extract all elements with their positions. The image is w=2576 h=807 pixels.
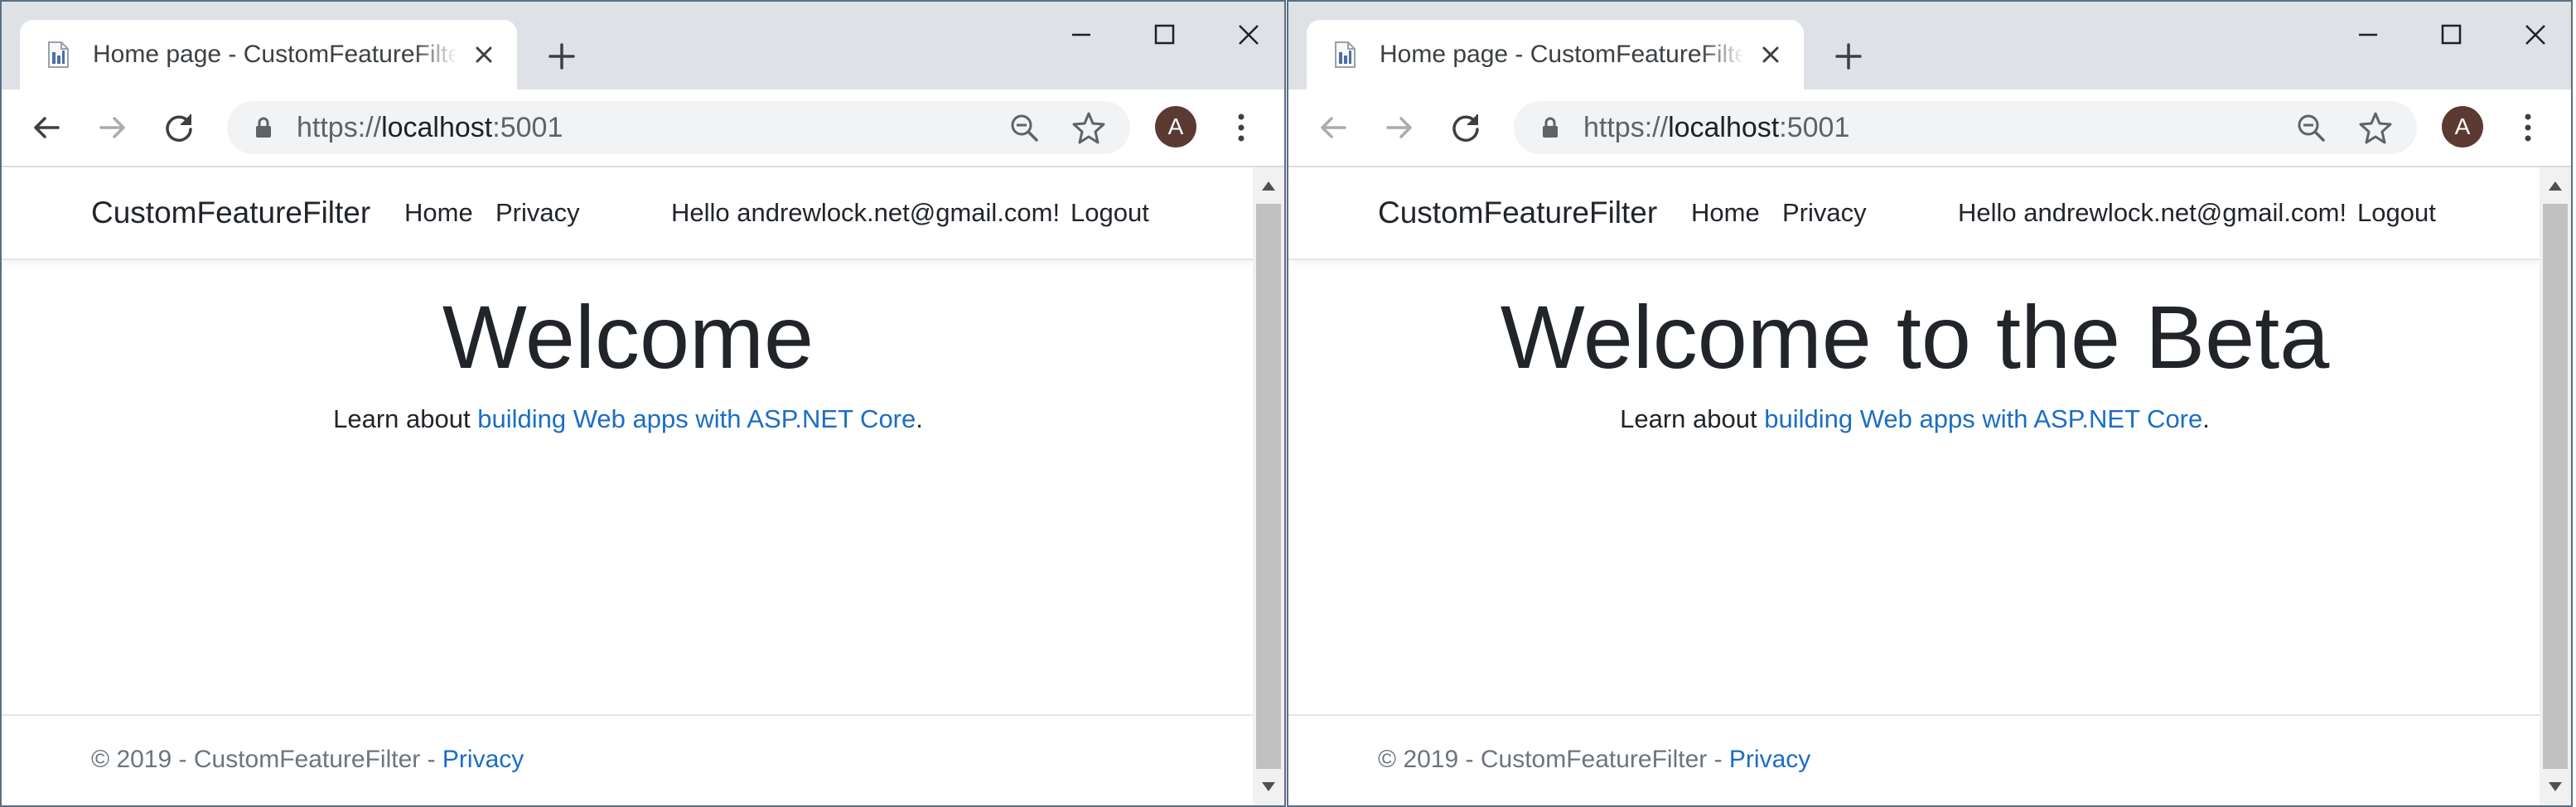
main-content: Welcome Learn about building Web apps wi…: [2, 283, 1254, 437]
minimize-icon[interactable]: [1052, 13, 1110, 56]
page-viewport: CustomFeatureFilter Home Privacy Hello a…: [2, 167, 1254, 805]
url-host: localhost: [381, 112, 493, 143]
desktop: Home page - CustomFeatureFilter https://…: [0, 0, 2576, 807]
star-icon[interactable]: [2357, 109, 2394, 146]
kebab-menu-icon[interactable]: [2511, 106, 2545, 149]
page-heading: Welcome to the Beta: [1500, 287, 2330, 387]
footer-privacy-link[interactable]: Privacy: [1729, 746, 1810, 773]
hello-user-link[interactable]: Hello andrewlock.net@gmail.com!: [1958, 167, 2346, 259]
site-footer: © 2019 - CustomFeatureFilter - Privacy: [2, 714, 1254, 805]
profile-avatar[interactable]: A: [1155, 106, 1196, 147]
lead-prefix: Learn about: [333, 404, 478, 433]
logout-button[interactable]: Logout: [2357, 167, 2436, 259]
tab-close-icon[interactable]: [1754, 38, 1787, 71]
url-scheme: https://: [1583, 112, 1669, 143]
star-icon[interactable]: [1071, 109, 1107, 146]
new-tab-plus-icon[interactable]: [1827, 35, 1870, 78]
lead-prefix: Learn about: [1620, 404, 1765, 433]
footer-text: © 2019 - CustomFeatureFilter - Privacy: [91, 746, 524, 774]
zoom-out-icon[interactable]: [1008, 111, 1041, 144]
lock-icon[interactable]: [1537, 114, 1563, 141]
tab-strip: Home page - CustomFeatureFilter: [2, 2, 1284, 89]
url-text: https://localhost:5001: [1583, 101, 1849, 154]
arrow-left-icon[interactable]: [25, 106, 68, 149]
page-viewport: CustomFeatureFilter Home Privacy Hello a…: [1288, 167, 2541, 805]
tab-close-icon[interactable]: [467, 38, 500, 71]
nav-privacy-link[interactable]: Privacy: [1782, 167, 1867, 259]
main-content: Welcome to the Beta Learn about building…: [1288, 283, 2541, 437]
site-navbar: CustomFeatureFilter Home Privacy Hello a…: [2, 167, 1254, 260]
arrow-right-icon[interactable]: [91, 106, 134, 149]
lead-paragraph: Learn about building Web apps with ASP.N…: [2, 401, 1254, 437]
footer-privacy-link[interactable]: Privacy: [442, 746, 524, 773]
url-scheme: https://: [297, 112, 382, 143]
minimize-icon[interactable]: [2339, 13, 2397, 56]
page-favicon-icon: [43, 40, 73, 70]
page-favicon-icon: [1330, 40, 1360, 70]
tab-title: Home page - CustomFeatureFilter: [93, 41, 457, 68]
url-port: :5001: [1779, 112, 1850, 143]
tab-strip: Home page - CustomFeatureFilter: [1288, 2, 2571, 89]
arrow-right-icon[interactable]: [1378, 106, 1421, 149]
browser-tab[interactable]: Home page - CustomFeatureFilter: [1307, 20, 1804, 89]
maximize-icon[interactable]: [1135, 13, 1193, 56]
url-text: https://localhost:5001: [297, 101, 563, 154]
lead-suffix: .: [2202, 404, 2210, 433]
scroll-up-arrow-icon[interactable]: [1260, 179, 1277, 192]
address-bar[interactable]: https://localhost:5001: [227, 101, 1130, 154]
arrow-left-icon[interactable]: [1312, 106, 1355, 149]
logout-button[interactable]: Logout: [1071, 167, 1149, 259]
footer-copyright: © 2019 - CustomFeatureFilter -: [91, 746, 442, 773]
url-port: :5001: [492, 112, 563, 143]
maximize-icon[interactable]: [2422, 13, 2480, 56]
browser-toolbar: https://localhost:5001 A: [1288, 89, 2571, 167]
kebab-menu-icon[interactable]: [1225, 106, 1258, 149]
nav-home-link[interactable]: Home: [404, 167, 473, 259]
browser-tab[interactable]: Home page - CustomFeatureFilter: [20, 20, 517, 89]
url-host: localhost: [1668, 112, 1780, 143]
new-tab-plus-icon[interactable]: [540, 35, 583, 78]
vertical-scrollbar[interactable]: [2540, 167, 2571, 805]
tab-title: Home page - CustomFeatureFilter: [1380, 41, 1744, 68]
site-navbar: CustomFeatureFilter Home Privacy Hello a…: [1288, 167, 2541, 260]
address-bar[interactable]: https://localhost:5001: [1514, 101, 2417, 154]
zoom-out-icon[interactable]: [2294, 111, 2327, 144]
scrollbar-thumb[interactable]: [2543, 204, 2568, 769]
site-footer: © 2019 - CustomFeatureFilter - Privacy: [1288, 714, 2541, 805]
nav-home-link[interactable]: Home: [1691, 167, 1760, 259]
reload-icon[interactable]: [1444, 106, 1487, 149]
close-icon[interactable]: [1220, 13, 1278, 56]
site-brand-link[interactable]: CustomFeatureFilter: [91, 167, 370, 259]
lead-suffix: .: [916, 404, 923, 433]
lead-paragraph: Learn about building Web apps with ASP.N…: [1288, 401, 2541, 437]
scroll-down-arrow-icon[interactable]: [1260, 780, 1277, 794]
browser-window-2: Home page - CustomFeatureFilter https://…: [1287, 0, 2573, 807]
footer-text: © 2019 - CustomFeatureFilter - Privacy: [1378, 746, 1810, 774]
nav-privacy-link[interactable]: Privacy: [495, 167, 580, 259]
footer-copyright: © 2019 - CustomFeatureFilter -: [1378, 746, 1729, 773]
vertical-scrollbar[interactable]: [1253, 167, 1284, 805]
scrollbar-thumb[interactable]: [1256, 204, 1281, 769]
close-icon[interactable]: [2506, 13, 2564, 56]
docs-link[interactable]: building Web apps with ASP.NET Core: [1764, 404, 2202, 433]
docs-link[interactable]: building Web apps with ASP.NET Core: [477, 404, 916, 433]
page-heading: Welcome: [442, 287, 814, 387]
profile-avatar[interactable]: A: [2442, 106, 2483, 147]
hello-user-link[interactable]: Hello andrewlock.net@gmail.com!: [671, 167, 1060, 259]
scroll-down-arrow-icon[interactable]: [2547, 780, 2564, 794]
scroll-up-arrow-icon[interactable]: [2547, 179, 2564, 192]
lock-icon[interactable]: [250, 114, 277, 141]
reload-icon[interactable]: [157, 106, 201, 149]
browser-window-1: Home page - CustomFeatureFilter https://…: [0, 0, 1286, 807]
site-brand-link[interactable]: CustomFeatureFilter: [1378, 167, 1657, 259]
browser-toolbar: https://localhost:5001 A: [2, 89, 1284, 167]
